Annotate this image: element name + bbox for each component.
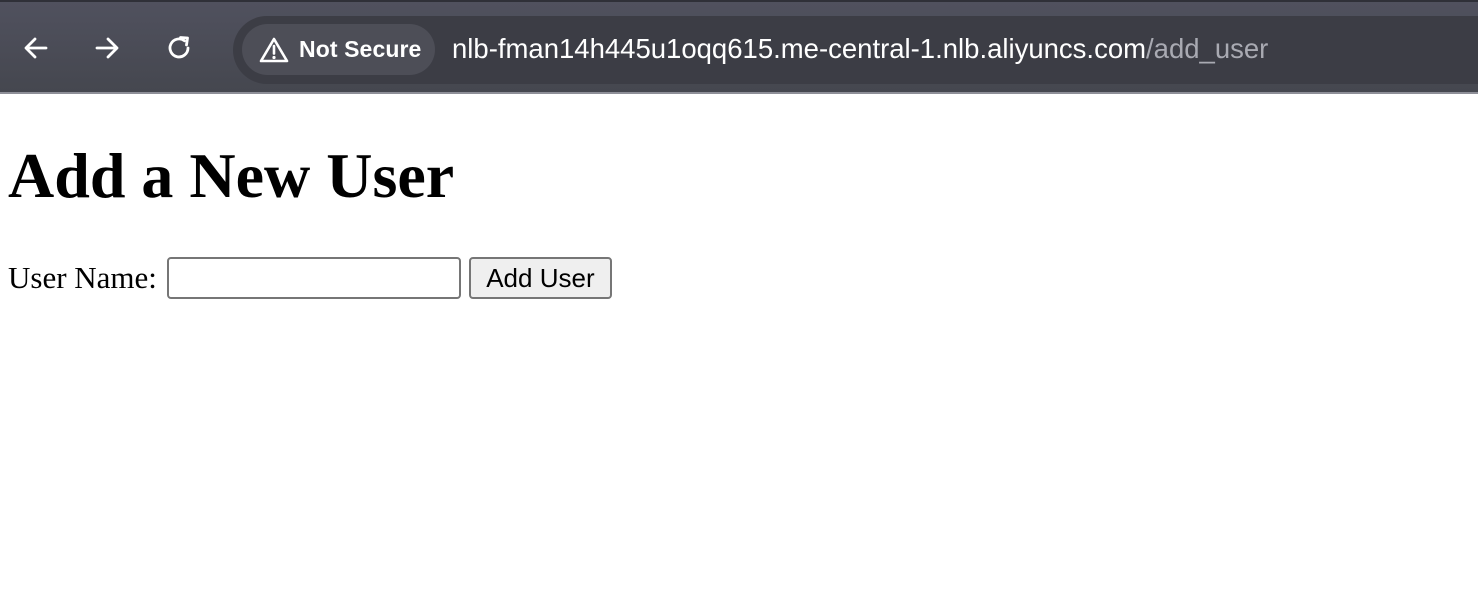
forward-button[interactable] — [87, 28, 127, 68]
arrow-right-icon — [95, 37, 119, 59]
page-content: Add a New User User Name: Add User — [0, 96, 1478, 606]
user-name-input[interactable] — [166, 257, 461, 299]
page-title: Add a New User — [8, 140, 455, 211]
arrow-left-icon — [24, 37, 48, 59]
user-name-label: User Name: — [8, 260, 157, 295]
reload-icon — [168, 36, 190, 59]
url-path: /add_user — [1146, 33, 1269, 64]
security-label: Not Secure — [299, 36, 422, 62]
reload-button[interactable] — [159, 28, 199, 68]
warning-triangle-icon — [259, 36, 289, 64]
security-indicator[interactable]: Not Secure — [242, 24, 435, 75]
add-user-form: User Name: Add User — [8, 256, 612, 300]
browser-toolbar: Not Secure nlb-fman14h445u1oqq615.me-cen… — [0, 0, 1478, 94]
address-bar[interactable]: Not Secure nlb-fman14h445u1oqq615.me-cen… — [233, 16, 1478, 84]
back-button[interactable] — [16, 28, 56, 68]
url-text[interactable]: nlb-fman14h445u1oqq615.me-central-1.nlb.… — [452, 32, 1268, 66]
add-user-button[interactable]: Add User — [468, 257, 612, 299]
url-host: nlb-fman14h445u1oqq615.me-central-1.nlb.… — [452, 33, 1147, 64]
